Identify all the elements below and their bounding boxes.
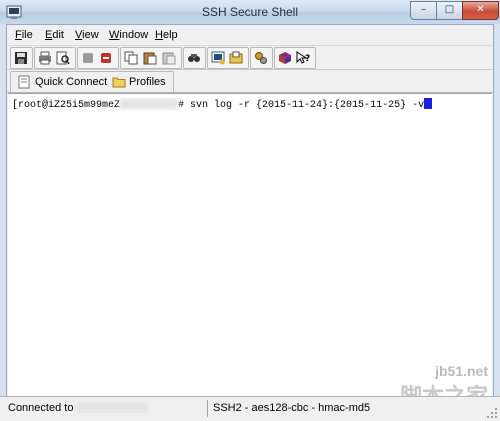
new-file-transfer-icon[interactable] — [229, 51, 243, 65]
svg-text:?: ? — [305, 54, 310, 64]
menu-view[interactable]: View — [75, 29, 99, 41]
toolbar-group-settings — [250, 47, 273, 69]
quick-connect-bar: Quick Connect Profiles — [7, 70, 493, 93]
watermark-site: jb51.net — [435, 363, 488, 379]
save-icon[interactable] — [14, 51, 28, 65]
menu-bar: File Edit View Window Help — [7, 25, 493, 46]
disconnect-icon[interactable] — [81, 51, 95, 65]
find-icon[interactable] — [187, 51, 201, 65]
hostname-redaction — [120, 98, 179, 109]
menu-window-rest: indow — [119, 29, 149, 41]
command-text: # svn log -r {2015-11-24}:{2015-11-25} -… — [178, 100, 425, 111]
quick-connect-label: Quick Connect — [35, 76, 108, 88]
menu-edit-rest: dit — [52, 29, 64, 41]
help-book-icon[interactable] — [278, 51, 292, 65]
close-button[interactable]: ✕ — [462, 1, 499, 20]
menu-help-mnemonic: H — [155, 29, 163, 41]
copy-icon[interactable] — [124, 51, 138, 65]
whats-this-icon[interactable]: ? — [296, 51, 310, 65]
menu-file[interactable]: File — [15, 29, 33, 41]
terminal-line: [root@iZ25i5m99meZ # svn log -r {2015-11-… — [12, 98, 432, 111]
menu-edit[interactable]: Edit — [45, 29, 64, 41]
menu-help[interactable]: Help — [155, 29, 178, 41]
menu-file-rest: ile — [21, 29, 33, 41]
paste-disabled-icon[interactable] — [162, 51, 176, 65]
menu-file-mnemonic: F — [15, 29, 22, 41]
menu-view-rest: iew — [82, 29, 99, 41]
status-bar: Connected to SSH2 - aes128-cbc - hmac-md… — [0, 396, 500, 421]
menu-window-mnemonic: W — [109, 29, 120, 41]
connection-status: Connected to — [8, 402, 147, 414]
cipher-info: SSH2 - aes128-cbc - hmac-md5 — [213, 402, 371, 414]
new-terminal-icon[interactable] — [211, 51, 225, 65]
status-separator — [207, 400, 208, 417]
menu-help-rest: elp — [162, 29, 178, 41]
connection-label: Connected to — [8, 402, 74, 414]
resize-grip-icon[interactable] — [486, 407, 498, 419]
quick-connect-icon — [18, 75, 30, 89]
host-redaction — [76, 402, 147, 413]
terminal-area[interactable]: [root@iZ25i5m99meZ # svn log -r {2015-11-… — [8, 93, 492, 416]
print-preview-icon[interactable] — [56, 51, 70, 65]
connect-icon[interactable] — [99, 51, 113, 65]
paste-icon[interactable] — [143, 51, 157, 65]
title-bar[interactable]: SSH Secure Shell – □ ✕ — [0, 0, 500, 25]
folder-icon — [112, 77, 126, 88]
toolbar: ? — [7, 46, 493, 70]
quick-connect-group: Quick Connect Profiles — [10, 71, 174, 93]
toolbar-group-file — [10, 47, 33, 69]
settings-icon[interactable] — [254, 51, 268, 65]
menu-window[interactable]: Window — [109, 29, 148, 41]
toolbar-group-windows — [207, 47, 249, 69]
toolbar-group-find — [183, 47, 206, 69]
minimize-button[interactable]: – — [410, 1, 437, 20]
quick-connect-button[interactable]: Quick Connect — [15, 74, 107, 90]
toolbar-group-clipboard — [120, 47, 182, 69]
toolbar-group-help: ? — [274, 47, 316, 69]
print-icon[interactable] — [38, 51, 52, 65]
toolbar-group-connection — [77, 47, 119, 69]
toolbar-group-print — [34, 47, 76, 69]
profiles-button[interactable]: Profiles — [111, 74, 169, 90]
window-frame: File Edit View Window Help ? Quick Conne… — [0, 24, 500, 420]
maximize-button[interactable]: □ — [436, 1, 463, 20]
terminal-cursor — [424, 98, 432, 109]
profiles-label: Profiles — [129, 76, 166, 88]
prompt-user: [root@iZ25i5m99meZ — [12, 100, 121, 111]
client-area: File Edit View Window Help ? Quick Conne… — [6, 24, 494, 416]
